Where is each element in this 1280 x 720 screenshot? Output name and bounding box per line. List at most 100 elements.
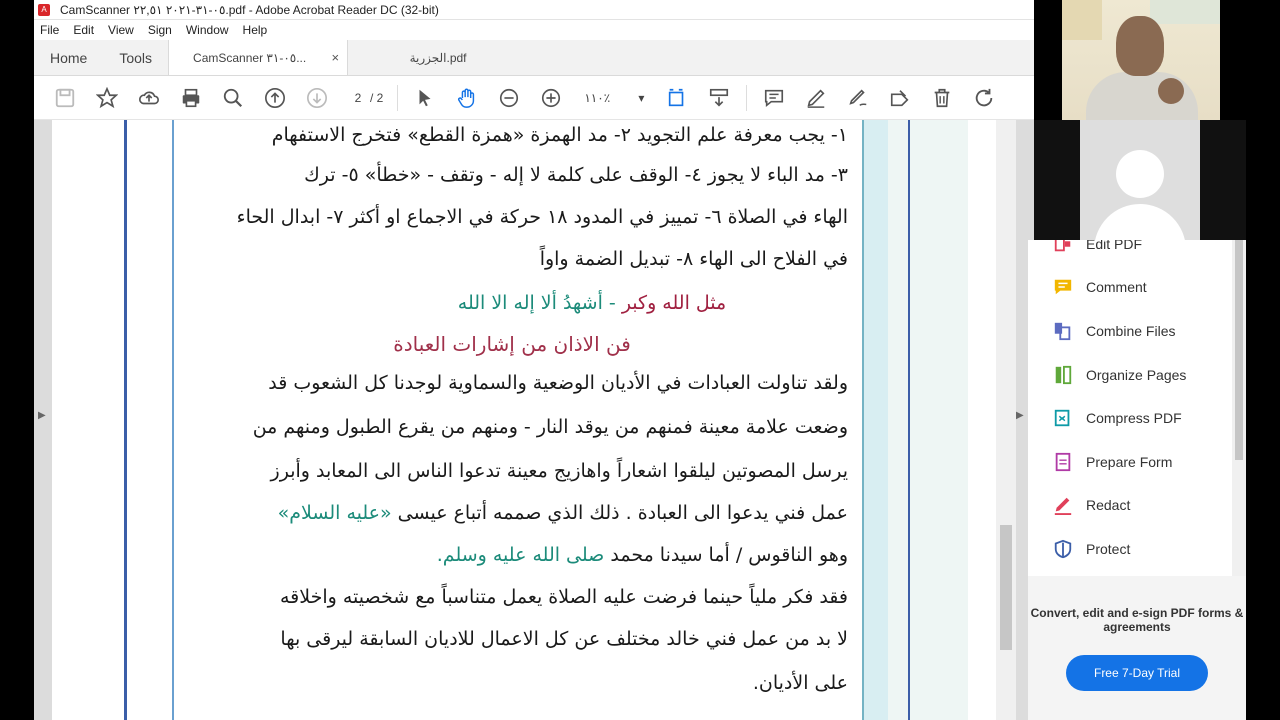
page-margin-band-outer [888,120,968,720]
doc-line-4: في الفلاح الى الهاء ٨- تبديل الضمة واواً [539,248,848,270]
menu-window[interactable]: Window [186,23,229,37]
cursor-arrow-icon [419,89,431,106]
print-button[interactable] [170,82,212,114]
page-margin-band [862,120,888,720]
compress-pdf-icon [1052,407,1074,429]
doc-example-line: مثل الله وكبر - أشهدُ ألا إله الا الله [352,292,832,314]
avatar-body-icon [1094,204,1186,240]
presenter-hand [1158,78,1184,104]
doc-p5-text: وهو الناقوس / أما سيدنا محمد [610,544,848,566]
doc-paragraph-line-5: وهو الناقوس / أما سيدنا محمد صلى الله عل… [252,544,848,566]
tool-comment[interactable]: Comment [1028,266,1246,310]
tool-label: Prepare Form [1086,453,1173,470]
page-border-left [124,120,127,720]
hand-icon [458,88,475,108]
presenter-head [1116,16,1164,76]
sign-tool-button[interactable] [837,82,879,114]
arrow-down-circle-icon [307,87,327,108]
doc-paragraph-line-6: فقد فكر ملياً حينما فرضت عليه الصلاة يعم… [280,586,848,608]
tool-edit-pdf[interactable]: Edit PDF [1028,240,1246,266]
toolbar-separator [397,84,399,111]
webcam-background-sign [1150,0,1220,24]
free-trial-button[interactable]: Free 7-Day Trial [1066,655,1208,691]
prepare-form-icon [1052,451,1074,473]
highlight-tool-button[interactable] [795,82,837,114]
fill-sign-button[interactable] [879,82,921,114]
doc-paragraph-line-2: وضعت علامة معينة فمنهم من يوقد النار - و… [252,416,848,438]
right-panel-toggle-icon[interactable]: ▶ [1016,410,1024,421]
tabs-bar: Home Tools CamScanner ٠٥-٣١... × الجزرية… [34,40,1034,76]
upload-button[interactable] [128,82,170,114]
comment-tool-button[interactable] [753,82,795,114]
save-button[interactable] [44,82,86,114]
left-panel-toggle-icon[interactable]: ▶ [38,410,46,421]
fill-sign-icon [891,89,909,106]
avatar-head-icon [1116,150,1164,198]
tool-label: Comment [1086,279,1147,296]
minus-circle-icon [500,88,519,107]
zoom-value: ١١٠٪ [584,90,611,105]
doc-paragraph-line-1: ولقد تناولت العبادات في الأديان الوضعية … [268,372,848,394]
tab-document-active[interactable]: CamScanner ٠٥-٣١... × [168,40,349,75]
doc-line-1: ١- يجب معرفة علم التجويد ٢- مد الهمزة «ه… [271,124,848,146]
zoom-out-button[interactable] [488,82,530,114]
doc-example-red: الله وكبر [621,292,690,314]
menu-file[interactable]: File [40,23,59,37]
tools-list: Edit PDF Comment Combine Files Organize … [1028,240,1246,576]
tool-label: Edit PDF [1086,240,1143,252]
doc-paragraph-line-4: عمل فني يدعوا الى العبادة . ذلك الذي صمم… [138,502,848,524]
zoom-in-button[interactable] [530,82,572,114]
fit-page-button[interactable] [656,82,698,114]
tool-prepare-form[interactable]: Prepare Form [1028,440,1246,484]
tab-document-title: CamScanner ٠٥-٣١... [193,50,307,65]
toolbar: 2 / 2 ١١٠٪ ▾ [34,76,1034,120]
acrobat-app-icon: A [38,3,50,16]
menu-edit[interactable]: Edit [73,23,94,37]
next-page-button[interactable] [296,82,338,114]
doc-example-rest: - أشهدُ ألا إله الا الله [457,292,616,314]
webcam-background-decoration [1062,0,1102,40]
close-tab-icon[interactable]: × [331,50,339,65]
bookmark-button[interactable] [86,82,128,114]
zoom-select[interactable]: ١١٠٪ ▾ [584,91,644,105]
scroll-mode-button[interactable] [698,82,740,114]
find-button[interactable] [212,82,254,114]
document-scrollbar-thumb[interactable] [1000,525,1012,650]
tool-redact[interactable]: Redact [1028,484,1246,528]
tool-combine-files[interactable]: Combine Files [1028,309,1246,353]
tab-home[interactable]: Home [34,40,103,75]
tab-document-other[interactable]: الجزرية.pdf [348,40,528,75]
organize-pages-icon [1052,364,1074,386]
hand-tool-button[interactable] [446,82,488,114]
star-icon [96,86,118,108]
window-title: CamScanner ٠٥-٣١-٢٠٢١ ٢٢,٥١.pdf - Adobe … [60,2,439,17]
tools-pane-scrollbar[interactable] [1232,240,1246,576]
document-area[interactable]: ▶ ١- يجب معرفة علم التجويد ٢- مد الهمزة … [34,120,1034,720]
doc-paragraph-line-7: لا بد من عمل فني خالد مختلف عن كل الاعما… [280,628,848,650]
tools-pane-scrollbar-thumb[interactable] [1235,240,1243,460]
tool-label: Organize Pages [1086,366,1187,383]
select-tool-button[interactable] [404,82,446,114]
rotate-button[interactable] [963,82,1005,114]
page-number-box: 2 / 2 [346,90,384,106]
tab-document-other-title: الجزرية.pdf [409,50,467,65]
menu-help[interactable]: Help [243,23,268,37]
delete-button[interactable] [921,82,963,114]
comment-icon [1052,276,1074,298]
menu-sign[interactable]: Sign [148,23,172,37]
current-page-input[interactable]: 2 [346,90,370,106]
chevron-down-icon: ▾ [638,90,645,105]
previous-page-button[interactable] [254,82,296,114]
tool-compress-pdf[interactable]: Compress PDF [1028,396,1246,440]
doc-section-heading: فن الاذان من إشارات العبادة [393,332,631,356]
protect-icon [1052,538,1074,560]
menu-view[interactable]: View [108,23,134,37]
tab-tools[interactable]: Tools [103,40,168,75]
pdf-page[interactable]: ١- يجب معرفة علم التجويد ٢- مد الهمزة «ه… [52,120,996,720]
tool-organize-pages[interactable]: Organize Pages [1028,353,1246,397]
tool-protect[interactable]: Protect [1028,527,1246,571]
doc-p4-text: عمل فني يدعوا الى العبادة . ذلك الذي صمم… [397,502,848,524]
scroll-mode-icon [710,88,729,107]
fit-page-icon [669,88,684,106]
doc-line-2: ٣- مد الباء لا يجوز ٤- الوقف على كلمة لا… [304,164,848,186]
